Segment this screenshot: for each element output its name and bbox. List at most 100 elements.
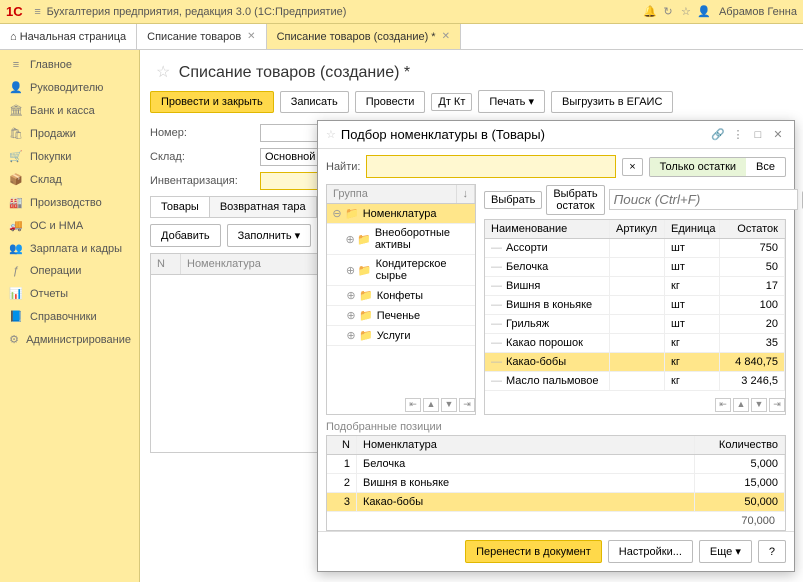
tree-row[interactable]: ⊕📁Кондитерское сырье — [327, 255, 475, 286]
toggle-icon[interactable]: ⊕ — [345, 233, 355, 246]
nav-up-icon[interactable]: ▲ — [423, 398, 439, 412]
clear-find-button[interactable]: × — [622, 158, 642, 176]
post-close-button[interactable]: Провести и закрыть — [150, 91, 274, 113]
nav-first-icon[interactable]: ⇤ — [715, 398, 731, 412]
list-row[interactable]: —Какао-бобыкг4 840,75 — [485, 353, 785, 372]
seg-rest[interactable]: Только остатки — [650, 158, 746, 176]
list-row[interactable]: —Грильяжшт20 — [485, 315, 785, 334]
items-list[interactable]: —Ассортишт750—Белочкашт50—Вишнякг17—Вишн… — [485, 239, 785, 396]
tree-row[interactable]: ⊕📁Конфеты — [327, 286, 475, 306]
user-icon[interactable]: 👤 — [695, 5, 713, 18]
sidebar-item[interactable]: 📘Справочники — [0, 305, 139, 328]
subtab-goods[interactable]: Товары — [150, 196, 210, 217]
tree-row[interactable]: ⊖📁Номенклатура — [327, 204, 475, 224]
sort-icon[interactable]: ↓ — [457, 185, 476, 203]
sidebar-icon: 🚚 — [8, 219, 24, 232]
tree-row[interactable]: ⊕📁Услуги — [327, 326, 475, 346]
sidebar-label: Производство — [30, 197, 102, 209]
print-button[interactable]: Печать ▾ — [478, 90, 545, 113]
seg-all[interactable]: Все — [746, 158, 785, 176]
sidebar-item[interactable]: 🏭 Производство — [0, 191, 139, 214]
nav-last-icon[interactable]: ⇥ — [769, 398, 785, 412]
toggle-icon[interactable]: ⊕ — [345, 329, 357, 342]
close-icon[interactable]: ✕ — [247, 31, 255, 42]
list-search-input[interactable] — [609, 189, 798, 210]
toggle-icon[interactable]: ⊕ — [345, 309, 357, 322]
col-name[interactable]: Наименование — [485, 220, 610, 238]
sidebar-item[interactable]: 🛍Продажи — [0, 122, 139, 145]
number-label: Номер: — [150, 127, 260, 139]
user-name[interactable]: Абрамов Генна — [719, 6, 797, 18]
list-row[interactable]: —Белочкашт50 — [485, 258, 785, 277]
close-icon[interactable]: ✕ — [770, 128, 786, 141]
col-unit[interactable]: Единица — [665, 220, 720, 238]
list-row[interactable]: —Вишнякг17 — [485, 277, 785, 296]
sidebar-icon: 📘 — [8, 310, 24, 323]
sidebar-item[interactable]: 📦Склад — [0, 168, 139, 191]
nav-up-icon[interactable]: ▲ — [733, 398, 749, 412]
list-row[interactable]: —Какао порошоккг35 — [485, 334, 785, 353]
settings-button[interactable]: Настройки... — [608, 540, 693, 563]
picked-grid[interactable]: N Номенклатура Количество 1Белочка5,0002… — [326, 435, 786, 531]
sidebar-item[interactable]: 🚚ОС и НМА — [0, 214, 139, 237]
group-tree[interactable]: ⊖📁Номенклатура⊕📁Внеоборотные активы⊕📁Кон… — [327, 204, 475, 396]
app-logo: 1C — [6, 4, 23, 19]
toggle-icon[interactable]: ⊕ — [345, 264, 356, 277]
picked-row[interactable]: 1Белочка5,000 — [327, 455, 785, 474]
nav-first-icon[interactable]: ⇤ — [405, 398, 421, 412]
nav-down-icon[interactable]: ▼ — [441, 398, 457, 412]
fill-button[interactable]: Заполнить ▾ — [227, 224, 312, 247]
sidebar-item[interactable]: 🛒Покупки — [0, 145, 139, 168]
help-button[interactable]: ? — [758, 540, 786, 563]
app-title: Бухгалтерия предприятия, редакция 3.0 (1… — [47, 6, 641, 18]
picked-row[interactable]: 2Вишня в коньяке15,000 — [327, 474, 785, 493]
post-button[interactable]: Провести — [355, 91, 426, 113]
list-row[interactable]: —Масло пальмовоекг3 246,5 — [485, 372, 785, 391]
history-icon[interactable]: ↻ — [659, 5, 677, 18]
add-button[interactable]: Добавить — [150, 224, 221, 247]
sidebar-label: Отчеты — [30, 288, 68, 300]
close-icon[interactable]: ✕ — [442, 31, 450, 42]
egais-button[interactable]: Выгрузить в ЕГАИС — [551, 91, 673, 113]
tree-label: Печенье — [377, 310, 420, 322]
transfer-button[interactable]: Перенести в документ — [465, 540, 602, 563]
sidebar-item[interactable]: 👤Руководителю — [0, 76, 139, 99]
sidebar-item[interactable]: 📊Отчеты — [0, 282, 139, 305]
col-article[interactable]: Артикул — [610, 220, 665, 238]
dtkt-button[interactable]: Дт Кт — [431, 93, 472, 111]
select-rest-button[interactable]: Выбрать остаток — [546, 185, 604, 215]
list-row[interactable]: —Вишня в коньякешт100 — [485, 296, 785, 315]
more-icon[interactable]: ⋮ — [730, 128, 746, 141]
nav-last-icon[interactable]: ⇥ — [459, 398, 475, 412]
sidebar-item[interactable]: 👥Зарплата и кадры — [0, 237, 139, 260]
sidebar-item[interactable]: ⚙Администрирование — [0, 328, 139, 351]
star-icon[interactable]: ☆ — [677, 5, 695, 18]
star-icon[interactable]: ☆ — [156, 64, 170, 81]
toggle-icon[interactable]: ⊖ — [331, 207, 343, 220]
more-button[interactable]: Еще ▾ — [699, 540, 752, 563]
maximize-icon[interactable]: □ — [750, 129, 766, 141]
menu-icon[interactable]: ≡ — [29, 6, 47, 18]
subtab-tara[interactable]: Возвратная тара — [209, 196, 317, 217]
tree-row[interactable]: ⊕📁Внеоборотные активы — [327, 224, 475, 255]
sidebar-item[interactable]: ≡Главное — [0, 54, 139, 76]
sidebar-item[interactable]: ƒОперации — [0, 260, 139, 282]
toggle-icon[interactable]: ⊕ — [345, 289, 357, 302]
col-rest[interactable]: Остаток — [720, 220, 785, 238]
folder-icon: 📁 — [358, 264, 372, 277]
select-button[interactable]: Выбрать — [484, 191, 542, 209]
save-button[interactable]: Записать — [280, 91, 349, 113]
tree-row[interactable]: ⊕📁Печенье — [327, 306, 475, 326]
star-icon[interactable]: ☆ — [326, 128, 336, 141]
sidebar-item[interactable]: 🏛Банк и касса — [0, 99, 139, 122]
list-row[interactable]: —Ассортишт750 — [485, 239, 785, 258]
sidebar-icon: 🏭 — [8, 196, 24, 209]
nav-down-icon[interactable]: ▼ — [751, 398, 767, 412]
find-input[interactable] — [366, 155, 616, 178]
tab-writeoff[interactable]: Списание товаров ✕ — [137, 24, 266, 49]
bell-icon[interactable]: 🔔 — [641, 5, 659, 18]
tab-writeoff-create[interactable]: Списание товаров (создание) * ✕ — [267, 24, 461, 49]
link-icon[interactable]: 🔗 — [710, 128, 726, 141]
tab-home[interactable]: ⌂ Начальная страница — [0, 24, 137, 49]
picked-row[interactable]: 3Какао-бобы50,000 — [327, 493, 785, 512]
